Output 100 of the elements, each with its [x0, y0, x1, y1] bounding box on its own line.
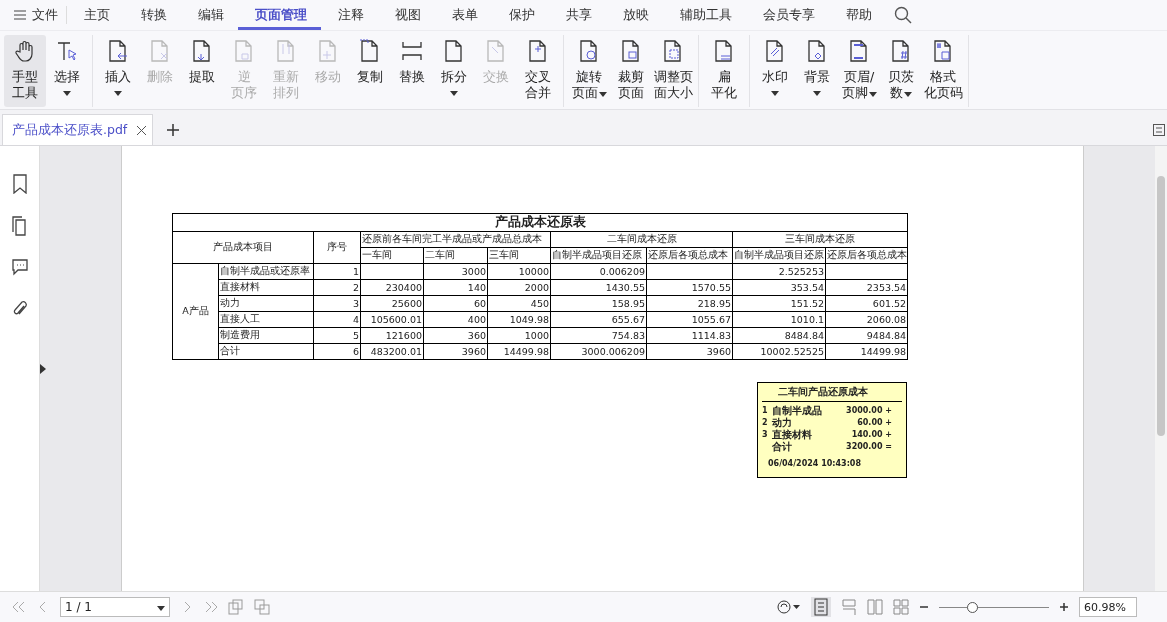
- toolbar-button[interactable]: 扁 平化: [703, 35, 745, 107]
- toolbar-button[interactable]: 交叉 合并: [517, 35, 559, 107]
- comment-icon[interactable]: [10, 258, 29, 276]
- panel-icon[interactable]: [1153, 124, 1165, 136]
- table-cell: 1049.98: [487, 311, 551, 328]
- table-cell: 230400: [360, 279, 424, 296]
- table-cell: 2.525253: [732, 263, 826, 280]
- note-item: 动力: [772, 417, 792, 428]
- slider-thumb[interactable]: [967, 601, 978, 613]
- toolbar-button[interactable]: 旋转 页面: [568, 35, 610, 107]
- header-cell: 一车间: [360, 247, 424, 264]
- header-cell: 自制半成品项目还原: [732, 247, 826, 264]
- menu-tab[interactable]: 保护: [492, 0, 549, 30]
- table-cell: 1000: [487, 327, 551, 344]
- page-number-field[interactable]: 1 / 1: [60, 597, 170, 617]
- note-number: 3: [762, 430, 768, 439]
- menu-tab[interactable]: 表单: [435, 0, 492, 30]
- toolbar-button[interactable]: 手型 工具: [4, 35, 46, 107]
- table-cell: 自制半成品或还原率: [218, 263, 314, 280]
- table-cell: 8484.84: [732, 327, 826, 344]
- table-cell: 4: [313, 311, 361, 328]
- toolbar-button[interactable]: 页眉/ 页脚: [838, 35, 880, 107]
- note-number: 2: [762, 418, 768, 427]
- table-cell: 3000.006209: [550, 343, 647, 360]
- header-cell: 还原后各项总成本: [825, 247, 908, 264]
- toolbar-button[interactable]: 选择: [46, 35, 88, 107]
- close-icon[interactable]: [137, 125, 147, 135]
- menu-tab[interactable]: 帮助: [829, 0, 886, 30]
- table-cell: 655.67: [550, 311, 647, 328]
- table-cell: 合计: [218, 343, 314, 360]
- note-date: 06/04/2024 10:43:08: [767, 459, 862, 468]
- note-item: 合计: [772, 441, 792, 452]
- toolbar-button[interactable]: 贝茨 数: [880, 35, 922, 107]
- header-cell: 二车间成本还原: [550, 231, 733, 248]
- table-cell: 353.54: [732, 279, 826, 296]
- table-cell: 1010.1: [732, 311, 826, 328]
- menu-tab[interactable]: 注释: [321, 0, 378, 30]
- table-cell: 1: [313, 263, 361, 280]
- table-cell: 1114.83: [646, 327, 733, 344]
- note-amount: 3200.00 =: [846, 442, 892, 451]
- note-item: 自制半成品: [772, 405, 822, 416]
- table-cell: 3000: [423, 263, 488, 280]
- table-cell: 60: [423, 295, 488, 312]
- menu-tab[interactable]: 辅助工具: [663, 0, 746, 30]
- toolbar-button[interactable]: 提取: [181, 35, 223, 107]
- table-title: 产品成本还原表: [172, 213, 908, 232]
- toolbar-button[interactable]: 复制: [349, 35, 391, 107]
- toolbar-button[interactable]: 水印: [754, 35, 796, 107]
- note-item: 直接材料: [772, 429, 812, 440]
- menu-tab[interactable]: 页面管理: [238, 0, 321, 30]
- product-cell: A产品: [172, 263, 219, 360]
- note-number: 1: [762, 406, 768, 415]
- note-amount: 140.00 +: [851, 430, 892, 439]
- table-cell: 360: [423, 327, 488, 344]
- menu-tab[interactable]: 视图: [378, 0, 435, 30]
- file-menu-button[interactable]: 文件: [12, 6, 67, 24]
- menu-tab[interactable]: 会员专享: [746, 0, 829, 30]
- table-cell: 3960: [423, 343, 488, 360]
- zoom-in-icon[interactable]: [1059, 602, 1069, 612]
- toolbar-button[interactable]: 拆分: [433, 35, 475, 107]
- menu-tab[interactable]: 放映: [606, 0, 663, 30]
- table-cell: 1055.67: [646, 311, 733, 328]
- table-cell: 2: [313, 279, 361, 296]
- split-icon: [400, 39, 424, 63]
- document-tab[interactable]: 产品成本还原表.pdf: [2, 114, 154, 145]
- table-cell: 483200.01: [360, 343, 424, 360]
- table-cell: 3: [313, 295, 361, 312]
- table-cell: 601.52: [825, 295, 908, 312]
- header-cell: 三车间: [487, 247, 551, 264]
- table-cell: 制造费用: [218, 327, 314, 344]
- table-cell: 754.83: [550, 327, 647, 344]
- zoom-field[interactable]: 60.98%: [1079, 597, 1137, 617]
- menu-tab[interactable]: 编辑: [181, 0, 238, 30]
- header-cell: 产品成本项目: [172, 231, 314, 264]
- menu-tab[interactable]: 转换: [124, 0, 181, 30]
- table-cell: 158.95: [550, 295, 647, 312]
- toolbar-button[interactable]: 插入: [97, 35, 139, 107]
- pages-icon[interactable]: [11, 216, 28, 236]
- document-icon: [106, 39, 130, 63]
- table-cell: 直接材料: [218, 279, 314, 296]
- search-icon[interactable]: [894, 6, 912, 24]
- toolbar-button[interactable]: 替换: [391, 35, 433, 107]
- header-cell: 三车间成本还原: [732, 231, 908, 248]
- bookmark-icon[interactable]: [11, 174, 28, 194]
- expand-arrow-icon[interactable]: [40, 364, 46, 374]
- table-cell: 450: [487, 295, 551, 312]
- single-page-icon[interactable]: [811, 597, 831, 617]
- note-amount: 60.00 +: [857, 418, 892, 427]
- menu-tab[interactable]: 主页: [67, 0, 124, 30]
- table-cell: 0.006209: [550, 263, 647, 280]
- toolbar-button[interactable]: 背景: [796, 35, 838, 107]
- toolbar-button[interactable]: 裁剪 页面: [610, 35, 652, 107]
- toolbar-button[interactable]: 调整页 面大小: [652, 35, 694, 107]
- menu-tab[interactable]: 共享: [549, 0, 606, 30]
- plus-icon[interactable]: [167, 124, 180, 136]
- table-cell: 2353.54: [825, 279, 908, 296]
- toolbar-button[interactable]: 格式 化页码: [922, 35, 964, 107]
- table-cell: 10002.52525: [732, 343, 826, 360]
- scrollbar-thumb[interactable]: [1157, 176, 1165, 436]
- table-cell: 218.95: [646, 295, 733, 312]
